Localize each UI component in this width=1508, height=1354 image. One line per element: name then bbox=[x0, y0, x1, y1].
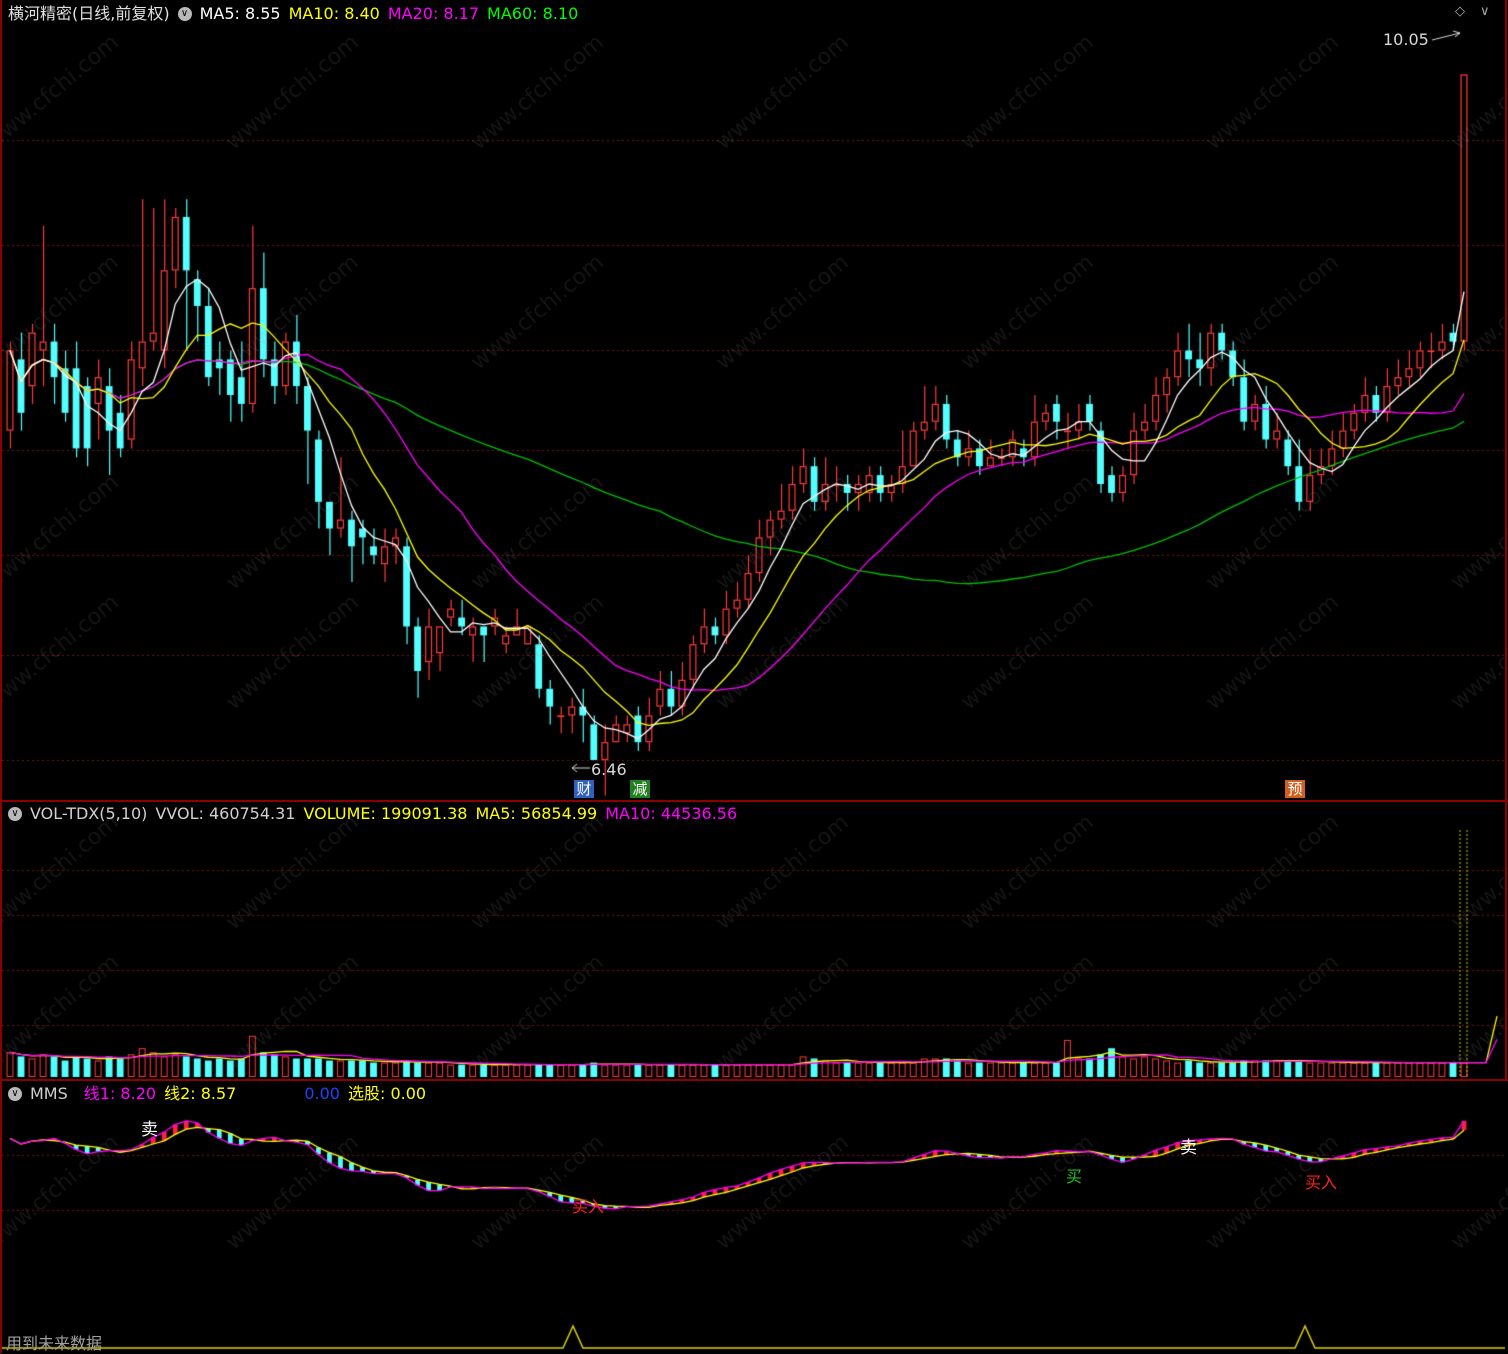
indicator-menu-icon[interactable]: ∨ bbox=[177, 7, 192, 21]
buy-signal-3: 买入 bbox=[1305, 1173, 1338, 1192]
vol-ma5-label: MA5: 56854.99 bbox=[475, 804, 598, 823]
high-price-label: 10.05 bbox=[1383, 30, 1429, 49]
future-data-footer: 用到未来数据 bbox=[6, 1334, 103, 1353]
low-price-label: 6.46 bbox=[591, 760, 627, 779]
buy-signal-2: 买 bbox=[1066, 1167, 1083, 1186]
mms-menu-icon[interactable]: ∨ bbox=[8, 1087, 22, 1101]
vol-ma10-label: MA10: 44536.56 bbox=[605, 804, 738, 823]
reduce-holding-badge[interactable]: 减 bbox=[630, 780, 650, 798]
line1-label: 线1: 8.20 bbox=[83, 1084, 157, 1103]
panel-divider-volume-mms bbox=[0, 1079, 1508, 1081]
forecast-badge[interactable]: 预 bbox=[1285, 780, 1305, 798]
line2-label: 线2: 8.57 bbox=[164, 1084, 237, 1103]
buy-signal-1: 买入 bbox=[572, 1197, 605, 1216]
finance-badge[interactable]: 财 bbox=[574, 780, 594, 798]
left-border bbox=[0, 0, 2, 1353]
mms-indicator-name[interactable]: MMS bbox=[30, 1083, 68, 1105]
ma5-label: MA5: 8.55 bbox=[199, 4, 281, 23]
sell-signal-2: 卖 bbox=[1180, 1138, 1197, 1158]
chevron-down-icon[interactable]: ∨ bbox=[1480, 4, 1490, 19]
diamond-icon[interactable]: ◇ bbox=[1455, 4, 1465, 19]
blank-value-label: 0.00 bbox=[304, 1084, 340, 1103]
panel-divider-main-volume bbox=[0, 800, 1508, 802]
ma10-label: MA10: 8.40 bbox=[288, 4, 380, 23]
volume-label: VOLUME: 199091.38 bbox=[303, 804, 468, 823]
sell-signal-1: 卖 bbox=[141, 1120, 158, 1140]
volume-indicator-name[interactable]: VOL-TDX(5,10) bbox=[30, 803, 147, 825]
ma60-label: MA60: 8.10 bbox=[487, 4, 579, 23]
chart-title[interactable]: 横河精密(日线,前复权) bbox=[8, 3, 170, 25]
volume-panel-header: ∨ VOL-TDX(5,10) VVOL: 460754.31 VOLUME: … bbox=[8, 803, 737, 825]
volume-menu-icon[interactable]: ∨ bbox=[8, 807, 22, 821]
ma20-label: MA20: 8.17 bbox=[387, 4, 480, 23]
mms-panel-header: ∨ MMS 线1: 8.20 线2: 8.57 0.00 选股: 0.00 bbox=[8, 1083, 426, 1105]
stock-select-label: 选股: 0.00 bbox=[347, 1084, 427, 1103]
right-border bbox=[1505, 0, 1507, 1080]
vvol-label: VVOL: 460754.31 bbox=[155, 804, 296, 823]
main-panel-header: 横河精密(日线,前复权) ∨ MA5: 8.55 MA10: 8.40 MA20… bbox=[8, 3, 578, 25]
stock-chart-canvas[interactable] bbox=[0, 0, 1508, 1353]
